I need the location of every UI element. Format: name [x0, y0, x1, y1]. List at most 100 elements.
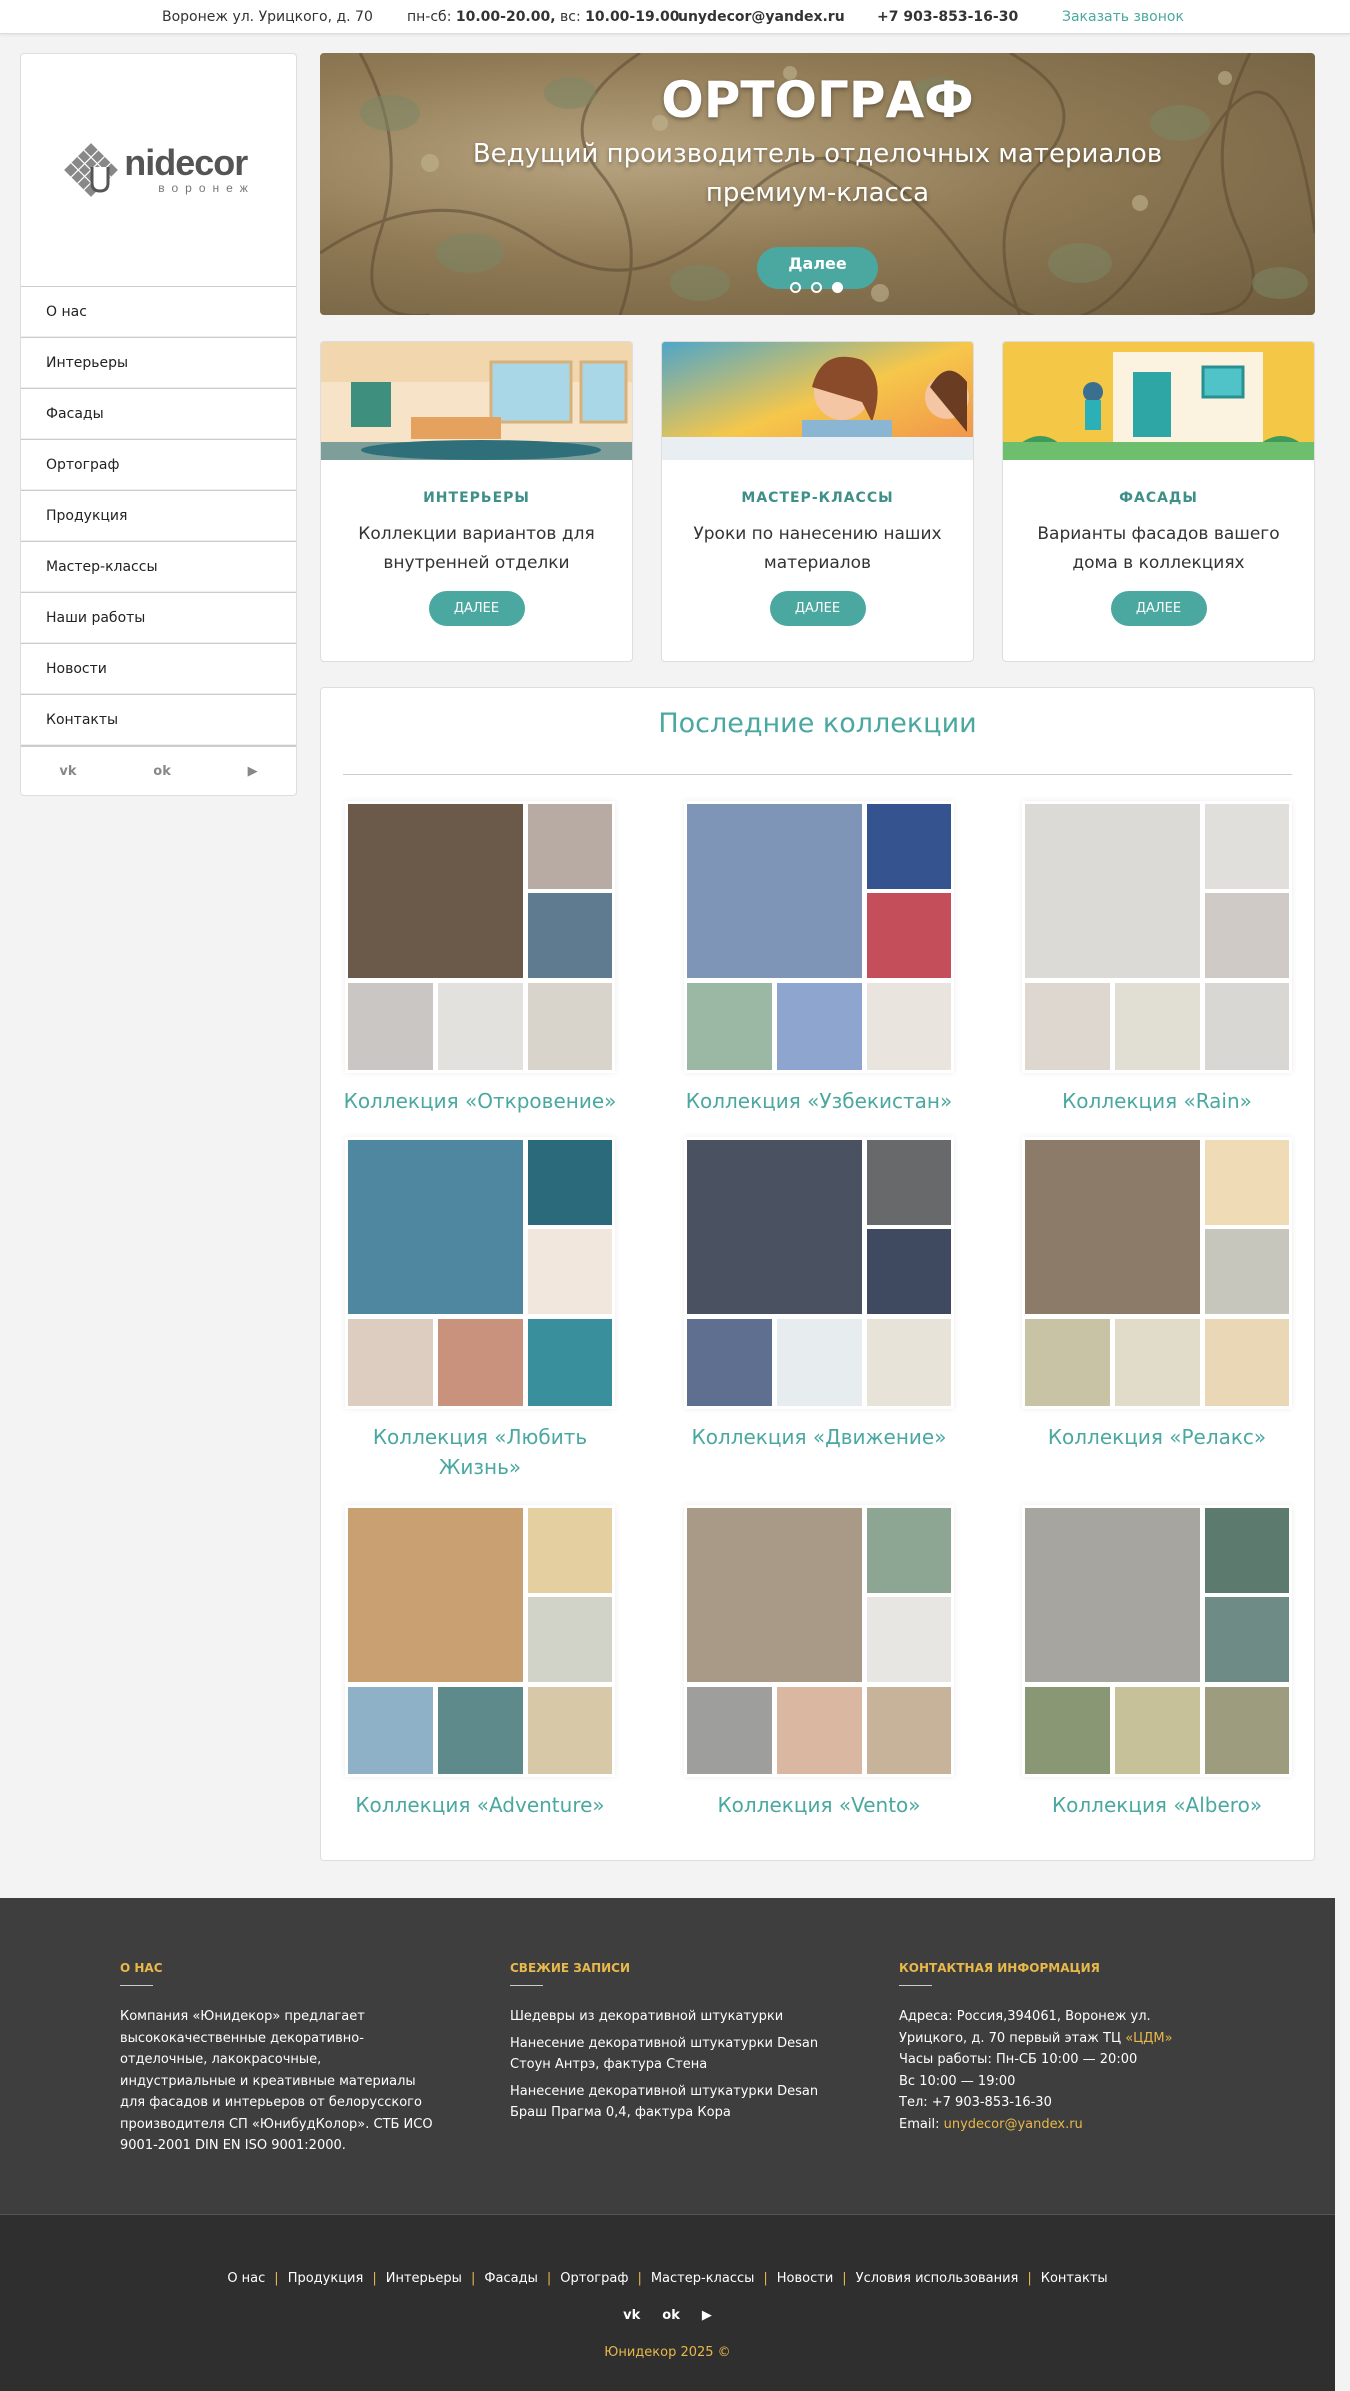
footer-contacts-heading: Контактная информация: [899, 1961, 1100, 1975]
collection-tile[interactable]: [1022, 1505, 1292, 1777]
top-info-bar: Воронеж ул. Урицкого, д. 70 пн-сб: 10.00…: [0, 0, 1350, 34]
footer-phone: Тел: +7 903-853-16-30: [899, 2095, 1052, 2110]
footer-post-link[interactable]: Нанесение декоративной штукатурки Desan …: [510, 2081, 830, 2124]
sidebar-item-ortograf[interactable]: Ортограф: [21, 439, 296, 490]
footer-contacts: Контактная информация Адреса: Россия,394…: [899, 1961, 1179, 2135]
sidebar-menu: О нас Интерьеры Фасады Ортограф Продукци…: [21, 286, 296, 745]
interiors-card: ИНТЕРЬЕРЫ Коллекции вариантов для внутре…: [320, 341, 633, 662]
footer-nav-separator: |: [1027, 2271, 1032, 2286]
request-callback-link[interactable]: Заказать звонок: [1062, 9, 1184, 25]
odnoklassniki-icon[interactable]: ok: [153, 764, 171, 779]
footer-nav-link[interactable]: Фасады: [484, 2271, 538, 2286]
interiors-card-title: ИНТЕРЬЕРЫ: [423, 490, 530, 506]
email-link[interactable]: unydecor@yandex.ru: [678, 9, 845, 25]
sidebar-item-contacts[interactable]: Контакты: [21, 694, 296, 745]
interiors-card-text: Коллекции вариантов для внутренней отдел…: [358, 524, 595, 573]
facades-card-image: [1003, 342, 1314, 460]
footer-info: О нас Компания «Юнидекор» предлагает выс…: [0, 1898, 1335, 2214]
interiors-card-image: [321, 342, 632, 460]
footer-nav-link[interactable]: О нас: [227, 2271, 265, 2286]
youtube-icon[interactable]: ▶: [702, 2308, 712, 2323]
collections-heading: Последние коллекции: [658, 708, 977, 739]
footer-hours: Часы работы: Пн-СБ 10:00 — 20:00: [899, 2052, 1138, 2067]
footer-nav-separator: |: [763, 2271, 768, 2286]
slider-dot-1[interactable]: [790, 282, 801, 293]
collections-divider: [343, 774, 1292, 775]
footer-nav-separator: |: [372, 2271, 377, 2286]
footer-nav-link[interactable]: Условия использования: [856, 2271, 1019, 2286]
sidebar-item-facades[interactable]: Фасады: [21, 388, 296, 439]
footer-post-link[interactable]: Нанесение декоративной штукатурки Desan …: [510, 2033, 830, 2076]
vk-icon[interactable]: vk: [59, 764, 76, 779]
footer-contacts-text: Адреса: Россия,394061, Воронеж ул. Урицк…: [899, 2006, 1179, 2135]
collection-tile[interactable]: [345, 1505, 615, 1777]
collection-tile[interactable]: [684, 1137, 954, 1409]
footer-posts: Свежие записи Шедевры из декоративной шт…: [510, 1961, 830, 2129]
footer-nav-link[interactable]: Ортограф: [560, 2271, 628, 2286]
slider-dot-2[interactable]: [811, 282, 822, 293]
collection-tile[interactable]: [345, 801, 615, 1073]
interiors-more-button[interactable]: ДАЛЕЕ: [428, 591, 525, 626]
collection-tile[interactable]: [684, 1505, 954, 1777]
sidebar-item-masterclasses[interactable]: Мастер-классы: [21, 541, 296, 592]
sidebar-item-products[interactable]: Продукция: [21, 490, 296, 541]
masterclasses-more-button[interactable]: ДАЛЕЕ: [769, 591, 866, 626]
footer-nav-separator: |: [637, 2271, 642, 2286]
hero-slider: ОРТОГРАФ Ведущий производитель отделочны…: [320, 53, 1315, 315]
collection-link[interactable]: Коллекция «Любить Жизнь»: [330, 1422, 630, 1482]
logo-brand: nidecor: [124, 142, 248, 183]
collection-link[interactable]: Коллекция «Rain»: [1007, 1086, 1307, 1116]
footer-nav-link[interactable]: Интерьеры: [386, 2271, 462, 2286]
youtube-icon[interactable]: ▶: [248, 764, 258, 779]
footer-about-text: Компания «Юнидекор» предлагает высококач…: [120, 2009, 433, 2153]
footer-nav-link[interactable]: Продукция: [288, 2271, 364, 2286]
footer-address: Адреса: Россия,394061, Воронеж ул. Урицк…: [899, 2009, 1151, 2046]
masterclasses-card-title: МАСТЕР-КЛАССЫ: [741, 490, 894, 506]
collection-link[interactable]: Коллекция «Откровение»: [330, 1086, 630, 1116]
collection-link[interactable]: Коллекция «Vento»: [669, 1790, 969, 1820]
collection-tile[interactable]: [1022, 801, 1292, 1073]
footer-about: О нас Компания «Юнидекор» предлагает выс…: [120, 1961, 440, 2157]
sidebar-item-interiors[interactable]: Интерьеры: [21, 337, 296, 388]
vk-icon[interactable]: vk: [623, 2308, 640, 2323]
collection-tile[interactable]: [1022, 1137, 1292, 1409]
sidebar: nidecor воронеж О нас Интерьеры Фасады О…: [20, 53, 297, 796]
footer-nav-link[interactable]: Контакты: [1041, 2271, 1108, 2286]
masterclasses-card: МАСТЕР-КЛАССЫ Уроки по нанесению наших м…: [661, 341, 974, 662]
footer-sunday-hours: Вс 10:00 — 19:00: [899, 2073, 1016, 2089]
footer-email-link[interactable]: unydecor@yandex.ru: [944, 2117, 1083, 2132]
sidebar-item-our-works[interactable]: Наши работы: [21, 592, 296, 643]
odnoklassniki-icon[interactable]: ok: [662, 2308, 680, 2323]
footer-posts-heading: Свежие записи: [510, 1961, 631, 1975]
collection-link[interactable]: Коллекция «Узбекистан»: [669, 1086, 969, 1116]
facades-card-text: Варианты фасадов вашего дома в коллекция…: [1037, 524, 1280, 573]
collection-link[interactable]: Коллекция «Релакс»: [1007, 1422, 1307, 1452]
collection-link[interactable]: Коллекция «Движение»: [669, 1422, 969, 1452]
footer-tc-link[interactable]: «ЦДМ»: [1125, 2031, 1172, 2046]
footer-nav-separator: |: [274, 2271, 279, 2286]
logo-city: воронеж: [158, 181, 255, 195]
collection-link[interactable]: Коллекция «Albero»: [1007, 1790, 1307, 1820]
facades-more-button[interactable]: ДАЛЕЕ: [1110, 591, 1207, 626]
sidebar-social-links: vk ok ▶: [21, 745, 296, 795]
phone-link[interactable]: +7 903-853-16-30: [877, 9, 1018, 25]
footer-nav-separator: |: [546, 2271, 552, 2286]
slider-dot-3[interactable]: [832, 282, 843, 293]
opening-hours: пн-сб: 10.00-20.00, вс: 10.00-19.00: [407, 9, 680, 25]
collection-link[interactable]: Коллекция «Adventure»: [330, 1790, 630, 1820]
facades-card: ФАСАДЫ Варианты фасадов вашего дома в ко…: [1002, 341, 1315, 662]
collection-tile[interactable]: [684, 801, 954, 1073]
logo-area: nidecor воронеж: [21, 54, 296, 286]
sidebar-item-about[interactable]: О нас: [21, 286, 296, 337]
sidebar-item-news[interactable]: Новости: [21, 643, 296, 694]
masterclasses-card-image: [662, 342, 973, 460]
hero-title: ОРТОГРАФ: [661, 71, 974, 129]
footer-nav-link[interactable]: Мастер-классы: [651, 2271, 755, 2286]
latest-collections-section: Последние коллекции Коллекция «Откровени…: [320, 687, 1315, 1861]
footer-post-link[interactable]: Шедевры из декоративной штукатурки: [510, 2006, 830, 2028]
footer-nav-separator: |: [470, 2271, 476, 2286]
footer-nav-link[interactable]: Новости: [777, 2271, 834, 2286]
collection-tile[interactable]: [345, 1137, 615, 1409]
unidecor-logo[interactable]: nidecor воронеж: [62, 141, 254, 199]
footer-nav: О нас | Продукция | Интерьеры | Фасады | Ортогра…: [0, 2271, 1335, 2286]
